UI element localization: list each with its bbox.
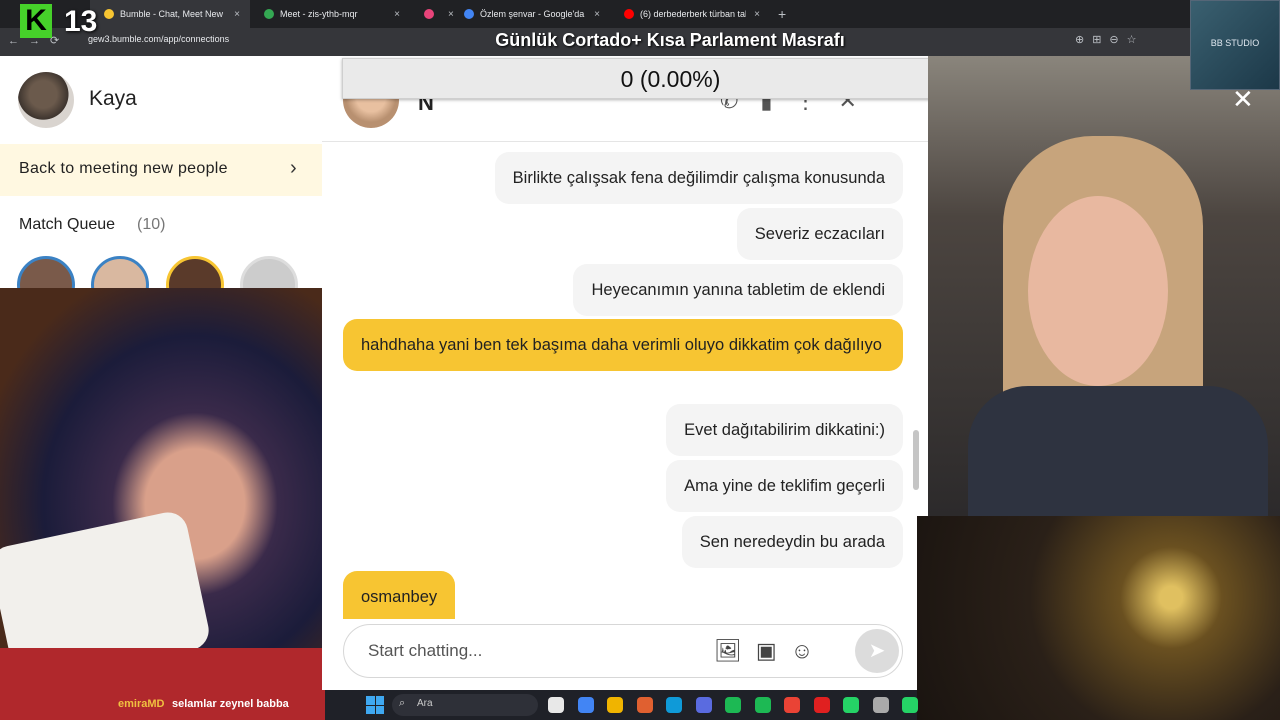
tab-label: Özlem şenvar - Google'da Ara [480, 9, 586, 19]
tab-close-icon[interactable]: × [746, 9, 760, 20]
tab-favicon-icon [104, 9, 114, 19]
taskbar-app-icon[interactable] [607, 697, 623, 713]
webcam-right-top [928, 56, 1280, 516]
studio-label: BB STUDIO [1210, 38, 1260, 48]
taskbar-app-icon[interactable] [784, 697, 800, 713]
taskbar-app-icon[interactable] [577, 697, 594, 713]
tab-list: Bumble - Chat, Meet New × Meet - zis-ythb-… [0, 0, 770, 28]
stream-overlay-title: Günlük Cortado+ Kısa Parlament Masrafı [495, 30, 845, 50]
logo-number: 13 [64, 5, 98, 38]
message-bubble: Severiz eczacıları [736, 208, 903, 260]
taskbar-app-icon[interactable] [666, 697, 682, 713]
message-bubble: Birlikte çalışsak fena değilimdir çalışm… [494, 152, 903, 204]
tab-label: Meet - zis-ythb-mqr [280, 9, 358, 19]
avatar[interactable] [18, 72, 74, 128]
browser-tab[interactable]: Özlem şenvar - Google'da Ara× [450, 0, 610, 28]
taskbar-app-icon[interactable] [872, 697, 889, 713]
taskbar-app-icon[interactable] [548, 697, 564, 713]
message-bubble: osmanbey [343, 571, 456, 619]
browser-toolbar-icons[interactable]: ⊕⊞⊖☆ [1075, 33, 1145, 46]
chat-attachment-icons[interactable]: 🖼▣☺ [714, 638, 827, 664]
tab-favicon-icon [624, 9, 634, 19]
stream-goal-progress: 0 (0.00%) [620, 66, 721, 92]
taskbar-search[interactable] [392, 694, 538, 716]
taskbar-app-icon[interactable] [902, 697, 918, 713]
taskbar-search-text: Ara [417, 698, 433, 709]
new-tab-button[interactable]: + [778, 6, 786, 22]
taskbar-app-icon[interactable] [843, 697, 859, 713]
stream-chat-username: emiraMD [118, 698, 165, 710]
taskbar-app-icon[interactable] [636, 697, 653, 713]
back-to-meeting-label: Back to meeting new people [19, 160, 228, 177]
send-button[interactable]: ➤ [855, 629, 899, 673]
search-icon: ⌕ [399, 697, 406, 709]
message-bubble: Sen neredeydin bu arada [681, 516, 903, 568]
tab-label: Bumble - Chat, Meet New [120, 9, 224, 19]
taskbar-app-icon[interactable] [754, 697, 771, 713]
stream-chat-message: selamlar zeynel babba [172, 698, 289, 710]
browser-tab-bar: Bumble - Chat, Meet New × Meet - zis-ythb-… [0, 0, 1190, 28]
taskbar-app-icon[interactable] [725, 697, 741, 713]
webcam-streamer [917, 516, 1280, 720]
webcam-left [0, 288, 325, 720]
tab-close-icon[interactable]: × [586, 9, 600, 20]
browser-tab[interactable]: × [410, 0, 454, 28]
tab-close-icon[interactable]: × [226, 9, 240, 20]
tab-favicon-icon [264, 9, 274, 19]
tab-close-icon[interactable]: × [386, 9, 400, 20]
browser-tab[interactable]: Meet - zis-ythb-mqr × [250, 0, 410, 28]
match-queue-label: Match Queue [19, 216, 116, 233]
tab-label: (6) derbederberk türban takan [640, 9, 746, 19]
match-queue-count: (10) [137, 216, 166, 233]
url-text[interactable]: gew3.bumble.com/app/connections [88, 34, 229, 44]
tab-favicon-icon [464, 9, 474, 19]
kick-logo-icon: K [20, 4, 52, 38]
windows-start-icon[interactable] [366, 696, 384, 714]
message-bubble: hahdhaha yani ben tek başıma daha veriml… [343, 319, 903, 371]
chevron-right-icon: › [290, 157, 297, 179]
message-bubble: Ama yine de teklifim geçerli [666, 460, 903, 512]
user-name: Kaya [89, 87, 137, 110]
browser-tab[interactable]: Bumble - Chat, Meet New × [90, 0, 250, 28]
taskbar-app-icon[interactable] [813, 697, 830, 713]
message-bubble: Evet dağıtabilirim dikkatini:) [666, 404, 903, 456]
message-bubble: Heyecanımın yanına tabletim de eklendi [573, 264, 903, 316]
taskbar-app-icon[interactable] [695, 697, 712, 713]
browser-tab[interactable]: (6) derbederberk türban takan× [610, 0, 770, 28]
scrollbar-thumb[interactable] [913, 430, 919, 490]
tab-favicon-icon [424, 9, 434, 19]
chat-input-placeholder: Start chatting... [368, 641, 483, 660]
